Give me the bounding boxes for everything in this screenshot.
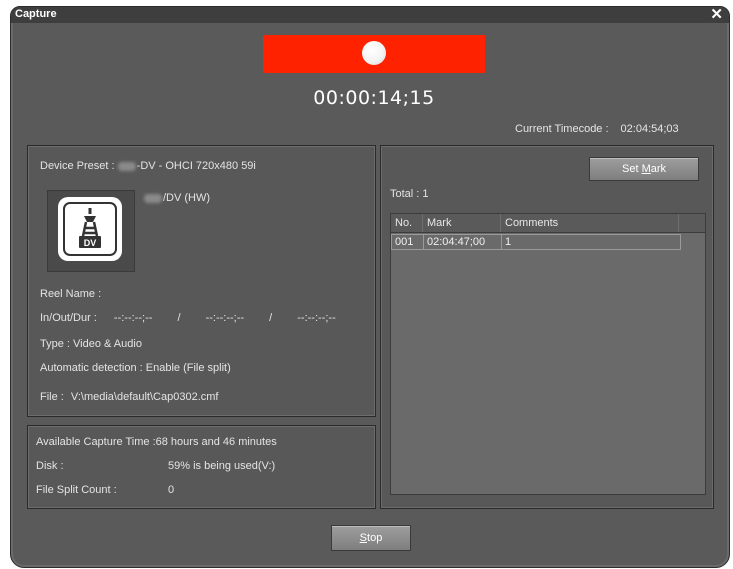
automatic-detection-label: Automatic detection :	[40, 362, 143, 374]
file-info: File : V:\media\default\Cap0302.cmf	[40, 391, 218, 403]
set-mark-button[interactable]: Set Mark	[589, 157, 699, 181]
separator: /	[177, 312, 181, 324]
available-capture-time: Available Capture Time :68 hours and 46 …	[36, 436, 277, 448]
type-value: Video & Audio	[73, 338, 142, 350]
disk-usage: 59% is being used(V:)	[168, 460, 276, 472]
device-icon-frame: DV	[47, 190, 135, 272]
device-name: /DV (HW)	[144, 192, 210, 204]
current-timecode: Current Timecode : 02:04:54;03	[515, 123, 679, 135]
current-timecode-value: 02:04:54;03	[620, 123, 679, 135]
device-preset-label: Device Preset :	[40, 160, 115, 172]
current-timecode-label: Current Timecode :	[515, 123, 609, 135]
mark-comment: 1	[505, 236, 512, 248]
marks-list[interactable]: No. Mark Comments 001 02:04:47;00 1	[390, 213, 706, 495]
device-preset: Device Preset : -DV - OHCI 720x480 59i	[40, 160, 256, 172]
column-header-mark[interactable]: Mark	[423, 214, 501, 232]
stop-button[interactable]: Stop	[331, 525, 411, 551]
separator: /	[269, 312, 273, 324]
device-preset-value: -DV - OHCI 720x480 59i	[136, 160, 256, 172]
mark-timecode: 02:04:47;00	[424, 235, 502, 249]
marks-list-header: No. Mark Comments	[391, 214, 705, 233]
dv-device-icon: DV	[58, 197, 122, 261]
dv-icon-text: DV	[84, 238, 97, 248]
marks-panel: Set Mark Total : 1 No. Mark Comments 001…	[380, 145, 714, 509]
window-title: Capture	[15, 8, 57, 20]
record-dot-icon	[362, 41, 386, 65]
capture-dialog: Capture ✕ 00:00:14;15 Current Timecode :…	[10, 6, 730, 568]
device-name-value: /DV (HW)	[163, 192, 211, 204]
reel-name-label: Reel Name :	[40, 288, 102, 300]
dur-value: --:--:--;--	[297, 312, 336, 324]
device-info-panel: Device Preset : -DV - OHCI 720x480 59i D…	[27, 145, 376, 417]
file-label: File :	[40, 391, 64, 403]
record-indicator[interactable]	[263, 35, 485, 73]
mark-number: 001	[392, 235, 424, 249]
automatic-detection: Automatic detection : Enable (File split…	[40, 362, 231, 374]
automatic-detection-value: Enable (File split)	[145, 362, 231, 374]
list-item[interactable]: 001 02:04:47;00 1	[391, 234, 681, 250]
type-info: Type : Video & Audio	[40, 338, 142, 350]
marks-total: Total : 1	[390, 188, 429, 200]
in-value: --:--:--;--	[113, 312, 153, 324]
column-header-comments[interactable]: Comments	[501, 214, 679, 232]
title-bar: Capture ✕	[11, 7, 729, 23]
file-split-count-label: File Split Count :	[36, 484, 117, 496]
file-split-count-value: 0	[168, 484, 175, 496]
redacted-brand	[117, 161, 136, 171]
capture-timecode: 00:00:14;15	[313, 87, 435, 109]
disk-label: Disk :	[36, 460, 64, 472]
column-header-no[interactable]: No.	[391, 214, 423, 232]
file-path: V:\media\default\Cap0302.cmf	[70, 391, 219, 403]
out-value: --:--:--;--	[205, 312, 245, 324]
capture-stats-panel: Available Capture Time :68 hours and 46 …	[27, 425, 376, 509]
available-capture-time-value: 68 hours and 46 minutes	[155, 436, 277, 448]
available-capture-time-label: Available Capture Time :	[36, 436, 156, 448]
type-label: Type :	[40, 338, 70, 350]
close-icon[interactable]: ✕	[710, 7, 723, 23]
redacted-brand	[144, 193, 162, 203]
in-out-dur-label: In/Out/Dur :	[40, 312, 97, 324]
in-out-dur: In/Out/Dur : --:--:--;-- / --:--:--;-- /…	[40, 312, 336, 324]
dv-plug-icon: DV	[79, 208, 101, 248]
